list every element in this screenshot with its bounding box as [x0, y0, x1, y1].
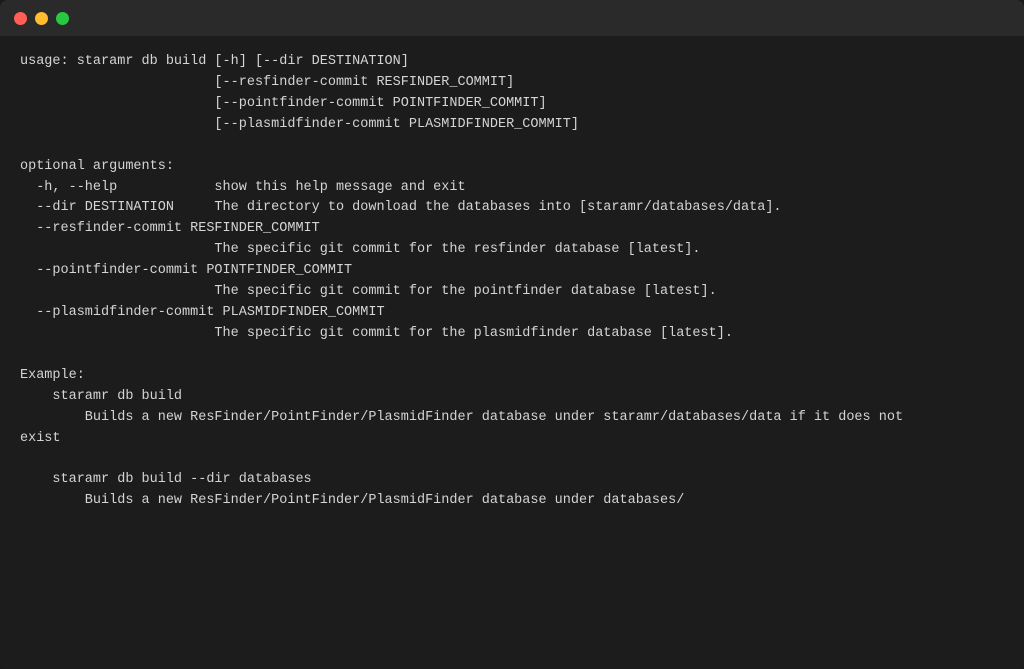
title-bar [0, 0, 1024, 36]
close-button[interactable] [14, 12, 27, 25]
maximize-button[interactable] [56, 12, 69, 25]
minimize-button[interactable] [35, 12, 48, 25]
terminal-window: usage: staramr db build [-h] [--dir DEST… [0, 0, 1024, 669]
traffic-lights [14, 12, 69, 25]
terminal-content: usage: staramr db build [-h] [--dir DEST… [0, 36, 1024, 669]
